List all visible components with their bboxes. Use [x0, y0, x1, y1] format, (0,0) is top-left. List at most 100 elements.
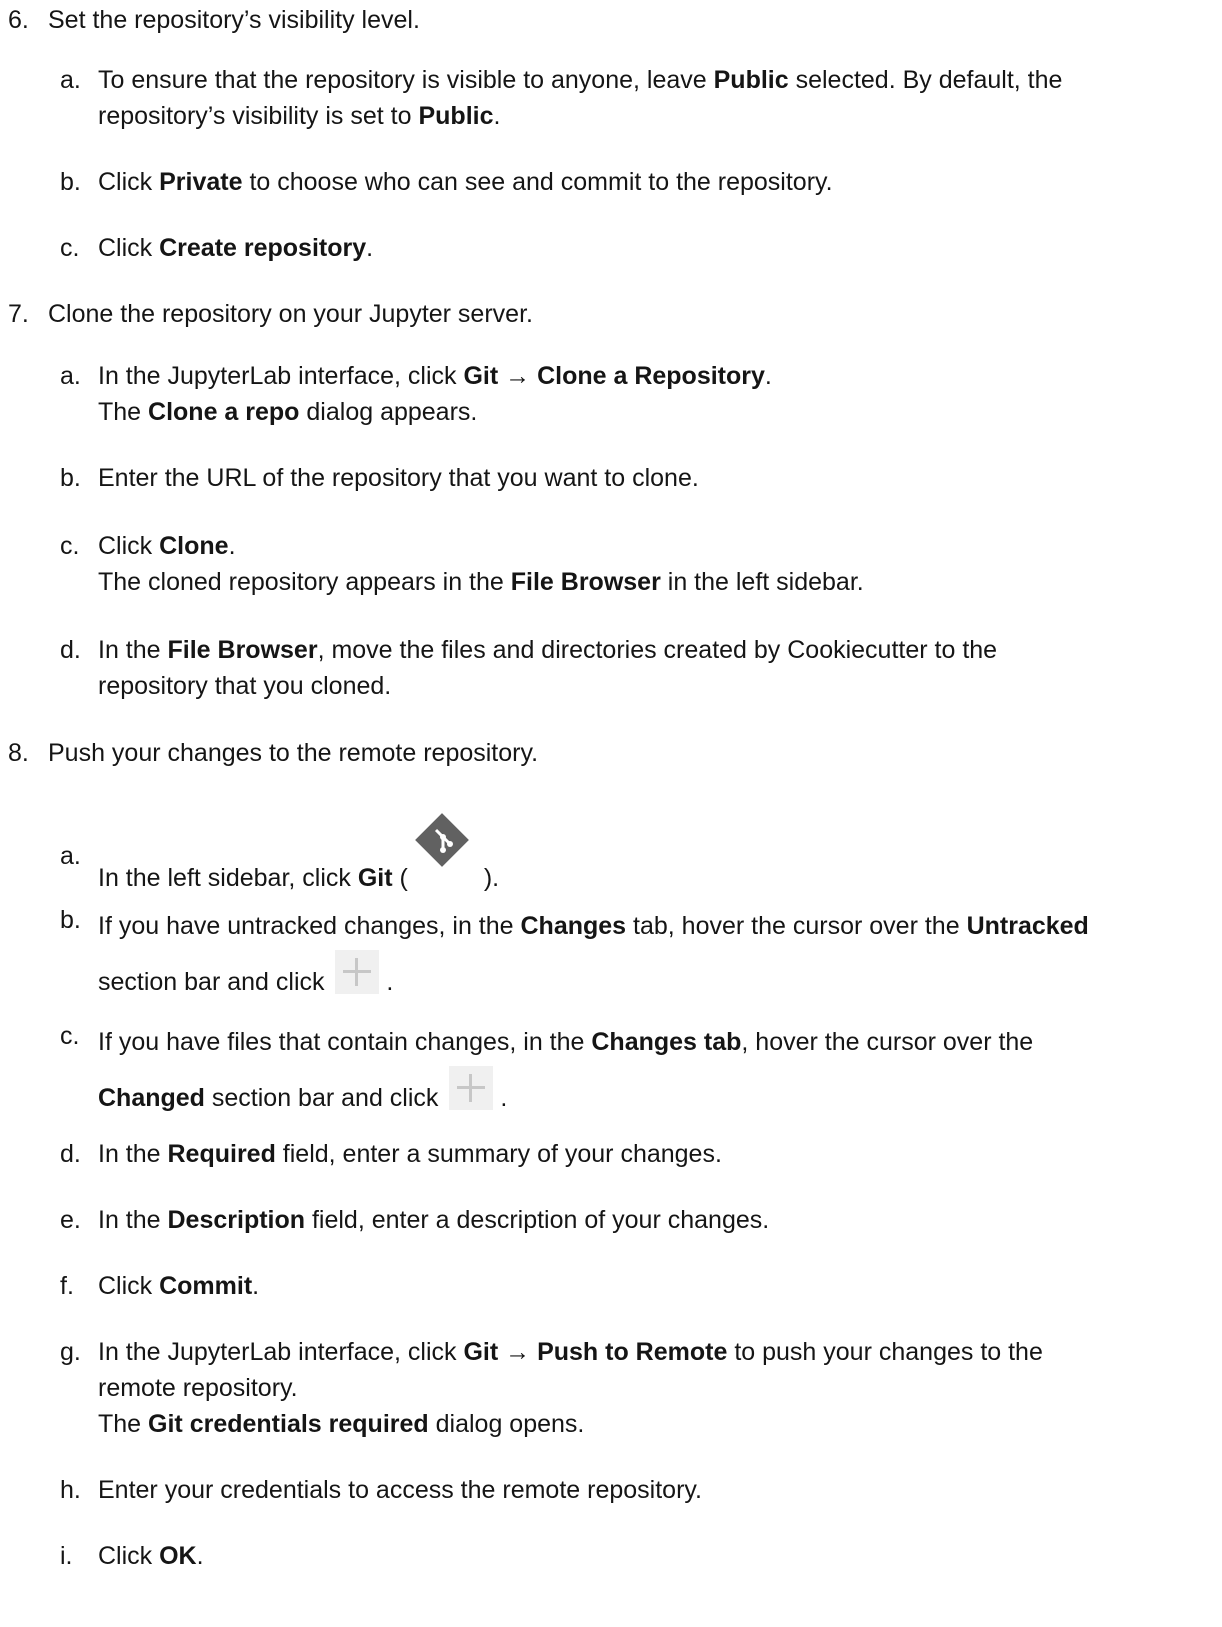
- step-text: Clone the repository on your Jupyter ser…: [48, 300, 533, 328]
- substep-body: In the JupyterLab interface, click Git →…: [98, 1334, 1210, 1442]
- text: If you have files that contain changes, …: [98, 1028, 592, 1056]
- step-6b: b. Click Private to choose who can see a…: [60, 164, 1210, 200]
- text: In the JupyterLab interface, click: [98, 1338, 464, 1366]
- substep-letter: c.: [60, 532, 80, 560]
- step-6: 6. Set the repository’s visibility level.: [8, 2, 420, 38]
- ui-term: Clone: [159, 532, 229, 560]
- substep-body: If you have files that contain changes, …: [98, 1018, 1210, 1122]
- substep-letter: a.: [60, 362, 81, 390]
- step-text: Set the repository’s visibility level.: [48, 6, 420, 34]
- step-7a: a. In the JupyterLab interface, click Gi…: [60, 358, 1210, 430]
- step-7: 7. Clone the repository on your Jupyter s…: [8, 296, 533, 332]
- text: , move the files and directories created…: [317, 636, 998, 664]
- text: field, enter a summary of your changes.: [275, 1140, 722, 1168]
- substep-letter: f.: [60, 1272, 74, 1300]
- text: .: [252, 1272, 260, 1300]
- text: The cloned repository appears in the: [98, 568, 511, 596]
- text: Click: [98, 168, 160, 196]
- text: dialog appears.: [299, 398, 478, 426]
- text: .: [493, 102, 501, 130]
- substep-body: Click OK.: [98, 1538, 1210, 1574]
- substep-letter: h.: [60, 1476, 81, 1504]
- substep-letter: b.: [60, 906, 81, 934]
- text: .: [764, 362, 772, 390]
- text: In the: [98, 1140, 168, 1168]
- plus-icon: [335, 950, 380, 994]
- step-8g: g. In the JupyterLab interface, click Gi…: [60, 1334, 1210, 1442]
- substep-body: If you have untracked changes, in the Ch…: [98, 902, 1210, 1006]
- ui-term: Description: [167, 1206, 306, 1234]
- text: repository that you cloned.: [98, 672, 392, 700]
- ui-term: Git → Push to Remote: [463, 1338, 728, 1366]
- text: Click: [98, 532, 160, 560]
- substep-body: In the left sidebar, click Git ().: [98, 813, 1210, 896]
- ui-term: Git: [357, 864, 393, 892]
- text: repository’s visibility is set to: [98, 102, 419, 130]
- substep-letter: c.: [60, 234, 80, 262]
- text: remote repository.: [98, 1374, 298, 1402]
- substep-letter: d.: [60, 636, 81, 664]
- step-8h: h. Enter your credentials to access the …: [60, 1472, 1210, 1508]
- substep-letter: a.: [60, 66, 81, 94]
- step-8e: e. In the Description field, enter a des…: [60, 1202, 1210, 1238]
- step-8c: c. If you have files that contain change…: [60, 1018, 1210, 1122]
- step-text: Push your changes to the remote reposito…: [48, 739, 539, 767]
- substep-body: To ensure that the repository is visible…: [98, 62, 1210, 134]
- substep-body: In the Description field, enter a descri…: [98, 1202, 1210, 1238]
- substep-letter: i.: [60, 1542, 73, 1570]
- text: section bar and click: [98, 968, 332, 996]
- text: field, enter a description of your chang…: [305, 1206, 770, 1234]
- ui-term: Private: [159, 168, 243, 196]
- substep-body: Enter your credentials to access the rem…: [98, 1472, 1210, 1508]
- text: Click: [98, 1272, 160, 1300]
- ui-term: Create repository: [159, 234, 367, 262]
- text: .: [196, 1542, 204, 1570]
- substep-letter: e.: [60, 1206, 81, 1234]
- step-7b: b. Enter the URL of the repository that …: [60, 460, 1210, 496]
- text: In the: [98, 636, 168, 664]
- text: .: [386, 968, 394, 996]
- step-8a: a. In the left sidebar, click Git ().: [60, 813, 1210, 896]
- ui-term: File Browser: [167, 636, 318, 664]
- step-8b: b. If you have untracked changes, in the…: [60, 902, 1210, 1006]
- substep-letter: b.: [60, 168, 81, 196]
- step-8d: d. In the Required field, enter a summar…: [60, 1136, 1210, 1172]
- text: , hover the cursor over the: [741, 1028, 1034, 1056]
- text: (: [392, 864, 408, 892]
- step-8i: i. Click OK.: [60, 1538, 1210, 1574]
- step-number: 6.: [8, 6, 29, 34]
- text: In the JupyterLab interface, click: [98, 362, 464, 390]
- ui-term: Changes: [520, 912, 627, 940]
- substep-body: In the JupyterLab interface, click Git →…: [98, 358, 1210, 430]
- substep-letter: c.: [60, 1022, 80, 1050]
- text: .: [228, 532, 236, 560]
- text: Enter the URL of the repository that you…: [98, 464, 699, 492]
- text: in the left sidebar.: [660, 568, 864, 596]
- step-number: 8.: [8, 739, 29, 767]
- substep-body: In the Required field, enter a summary o…: [98, 1136, 1210, 1172]
- text: The: [98, 398, 149, 426]
- text: to choose who can see and commit to the …: [242, 168, 833, 196]
- document: 6. Set the repository’s visibility level.…: [0, 0, 1222, 1627]
- text: tab, hover the cursor over the: [626, 912, 967, 940]
- substep-letter: g.: [60, 1338, 81, 1366]
- ui-term: Git credentials required: [148, 1410, 429, 1438]
- ui-term: Changed: [98, 1084, 205, 1112]
- text: dialog opens.: [428, 1410, 585, 1438]
- text: .: [366, 234, 374, 262]
- text: Enter your credentials to access the rem…: [98, 1476, 702, 1504]
- text: to push your changes to the: [727, 1338, 1043, 1366]
- ui-term: Clone a repo: [148, 398, 300, 426]
- substep-body: Click Create repository.: [98, 230, 1210, 266]
- step-6c: c. Click Create repository.: [60, 230, 1210, 266]
- step-8: 8. Push your changes to the remote reposi…: [8, 735, 538, 771]
- text: section bar and click: [204, 1084, 446, 1112]
- text: In the: [98, 1206, 168, 1234]
- text: ).: [483, 864, 500, 892]
- text: The: [98, 1410, 149, 1438]
- text: To ensure that the repository is visible…: [98, 66, 714, 94]
- git-icon: [414, 813, 470, 894]
- ui-term: Untracked: [966, 912, 1089, 940]
- ui-term: Required: [167, 1140, 276, 1168]
- plus-icon: [449, 1066, 494, 1110]
